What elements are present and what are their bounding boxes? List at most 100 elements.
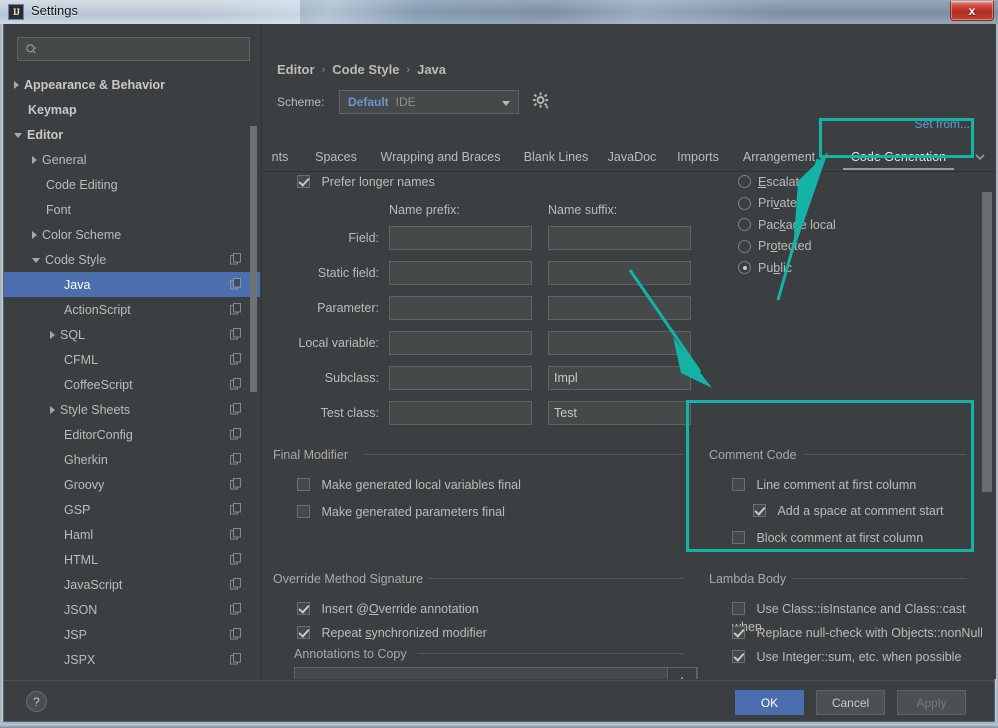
- checkbox-repeat-synchronized-modifier[interactable]: Repeat synchronized modifier: [297, 624, 487, 642]
- radio-visibility-package-local[interactable]: Package local: [738, 216, 836, 234]
- copy-scheme-icon[interactable]: [230, 478, 242, 490]
- input-prefix-test-class[interactable]: [389, 401, 532, 425]
- copy-scheme-icon[interactable]: [230, 303, 242, 315]
- ok-button[interactable]: OK: [735, 690, 804, 715]
- input-prefix-static-field[interactable]: [389, 261, 532, 285]
- help-button[interactable]: ?: [26, 691, 47, 712]
- checkbox-insert-override-annotation[interactable]: Insert @Override annotation: [297, 600, 479, 618]
- search-input[interactable]: [44, 38, 244, 60]
- breadcrumb-item-java[interactable]: Java: [417, 62, 446, 77]
- checkbox-add-space-at-comment-start[interactable]: Add a space at comment start: [753, 502, 944, 520]
- input-suffix-subclass[interactable]: Impl: [548, 366, 691, 390]
- tab-code-generation[interactable]: Code Generation: [841, 142, 956, 172]
- sidebar-scrollbar-thumb[interactable]: [250, 126, 257, 392]
- tab-wrapping-and-braces[interactable]: Wrapping and Braces: [371, 142, 510, 172]
- input-prefix-local-variable[interactable]: [389, 331, 532, 355]
- input-suffix-field[interactable]: [548, 226, 691, 250]
- copy-scheme-icon[interactable]: [230, 553, 242, 565]
- chevron-right-icon[interactable]: [50, 330, 55, 339]
- copy-scheme-icon[interactable]: [230, 578, 242, 590]
- sidebar-item-style-sheets[interactable]: Style Sheets: [4, 397, 260, 422]
- checkbox-make-local-vars-final[interactable]: Make generated local variables final: [297, 476, 521, 494]
- sidebar-item-haml[interactable]: Haml: [4, 522, 260, 547]
- sidebar-item-java[interactable]: Java: [4, 272, 260, 297]
- chevron-right-icon[interactable]: [14, 80, 19, 89]
- sidebar-item-keymap[interactable]: Keymap: [4, 97, 260, 122]
- sidebar-item-code-style[interactable]: Code Style: [4, 247, 260, 272]
- checkbox-make-params-final[interactable]: Make generated parameters final: [297, 503, 505, 521]
- copy-scheme-icon[interactable]: [230, 628, 242, 640]
- tab-spaces[interactable]: Spaces: [309, 142, 363, 172]
- copy-scheme-icon[interactable]: [230, 278, 242, 290]
- chevron-right-icon[interactable]: [32, 230, 37, 239]
- search-field-wrapper[interactable]: [17, 37, 250, 61]
- sidebar-item-groovy[interactable]: Groovy: [4, 472, 260, 497]
- sidebar-item-gsp[interactable]: GSP: [4, 497, 260, 522]
- content-vertical-scrollbar-thumb[interactable]: [982, 192, 992, 492]
- copy-scheme-icon[interactable]: [230, 653, 242, 665]
- sidebar-item-color-scheme[interactable]: Color Scheme: [4, 222, 260, 247]
- copy-scheme-icon[interactable]: [230, 328, 242, 340]
- copy-scheme-icon[interactable]: [230, 503, 242, 515]
- close-icon[interactable]: x: [950, 1, 994, 21]
- checkbox-block-comment-first-column[interactable]: Block comment at first column: [732, 529, 923, 547]
- tab-javadoc[interactable]: JavaDoc: [602, 142, 662, 172]
- chevron-down-icon[interactable]: [14, 133, 22, 138]
- checkbox-line-comment-first-column[interactable]: Line comment at first column: [732, 476, 916, 494]
- sidebar-item-appearance-behavior[interactable]: Appearance & Behavior: [4, 72, 260, 97]
- add-annotation-button[interactable]: +: [667, 667, 697, 679]
- input-prefix-parameter[interactable]: [389, 296, 532, 320]
- sidebar-item-editorconfig[interactable]: EditorConfig: [4, 422, 260, 447]
- sidebar-item-json[interactable]: JSON: [4, 597, 260, 622]
- input-suffix-test-class[interactable]: Test: [548, 401, 691, 425]
- copy-scheme-icon[interactable]: [230, 403, 242, 415]
- radio-visibility-protected[interactable]: Protected: [738, 238, 812, 256]
- tab-arrangement[interactable]: Arrangement: [734, 142, 824, 172]
- chevron-down-icon[interactable]: [32, 258, 40, 263]
- sidebar-item-html[interactable]: HTML: [4, 547, 260, 572]
- input-prefix-field[interactable]: [389, 226, 532, 250]
- sidebar-item-cfml[interactable]: CFML: [4, 347, 260, 372]
- input-suffix-static-field[interactable]: [548, 261, 691, 285]
- radio-visibility-private[interactable]: Private: [738, 195, 797, 213]
- copy-scheme-icon[interactable]: [230, 428, 242, 440]
- radio-visibility-escalate[interactable]: Escalate: [738, 173, 806, 191]
- copy-scheme-icon[interactable]: [230, 528, 242, 540]
- settings-tree[interactable]: Appearance & Behavior Keymap Editor General…: [4, 72, 260, 679]
- sidebar-item-code-editing[interactable]: Code Editing: [4, 172, 260, 197]
- sidebar-item-jspx[interactable]: JSPX: [4, 647, 260, 672]
- input-suffix-parameter[interactable]: [548, 296, 691, 320]
- copy-scheme-icon[interactable]: [230, 453, 242, 465]
- checkbox-use-integer-sum[interactable]: Use Integer::sum, etc. when possible: [732, 648, 961, 666]
- tab-blank-lines[interactable]: Blank Lines: [518, 142, 594, 172]
- input-suffix-local-variable[interactable]: [548, 331, 691, 355]
- copy-scheme-icon[interactable]: [230, 253, 242, 265]
- breadcrumb-item-code-style[interactable]: Code Style: [332, 62, 399, 77]
- breadcrumb-item-editor[interactable]: Editor: [277, 62, 315, 77]
- scheme-dropdown[interactable]: Default IDE: [339, 90, 519, 114]
- sidebar-item-javascript[interactable]: JavaScript: [4, 572, 260, 597]
- apply-button[interactable]: Apply: [897, 690, 966, 715]
- copy-scheme-icon[interactable]: [230, 353, 242, 365]
- chevron-down-icon[interactable]: [974, 151, 986, 163]
- sidebar-item-sql[interactable]: SQL: [4, 322, 260, 347]
- sidebar-item-jsp[interactable]: JSP: [4, 622, 260, 647]
- tab-imports[interactable]: Imports: [670, 142, 726, 172]
- sidebar-item-font[interactable]: Font: [4, 197, 260, 222]
- cancel-button[interactable]: Cancel: [816, 690, 885, 715]
- checkbox-replace-null-check[interactable]: Replace null-check with Objects::nonNull: [732, 624, 983, 642]
- annotations-to-copy-list[interactable]: [294, 667, 698, 679]
- gear-icon[interactable]: [531, 91, 552, 112]
- sidebar-item-general[interactable]: General: [4, 147, 260, 172]
- radio-visibility-public[interactable]: Public: [738, 259, 792, 277]
- chevron-right-icon[interactable]: [50, 405, 55, 414]
- copy-scheme-icon[interactable]: [230, 378, 242, 390]
- sidebar-item-editor[interactable]: Editor: [4, 122, 260, 147]
- chevron-right-icon[interactable]: [32, 155, 37, 164]
- input-prefix-subclass[interactable]: [389, 366, 532, 390]
- set-from-link[interactable]: Set from...: [915, 117, 970, 131]
- checkbox-prefer-longer-names[interactable]: Prefer longer names: [297, 173, 435, 191]
- tab-nts[interactable]: nts: [259, 142, 301, 172]
- copy-scheme-icon[interactable]: [230, 603, 242, 615]
- sidebar-item-gherkin[interactable]: Gherkin: [4, 447, 260, 472]
